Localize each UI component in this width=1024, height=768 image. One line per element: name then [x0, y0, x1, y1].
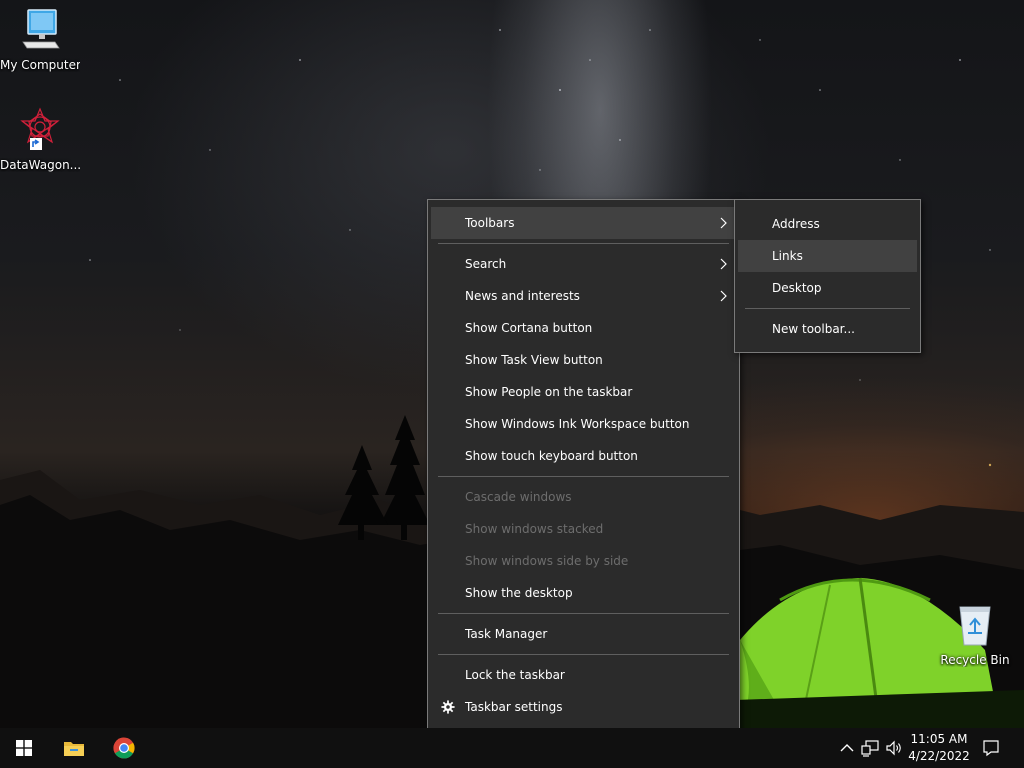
menu-item-label: Desktop [772, 281, 822, 295]
menu-item-label: Show touch keyboard button [465, 449, 638, 463]
menu-separator [438, 654, 729, 655]
gear-icon [441, 700, 455, 714]
windows-start-icon [16, 740, 32, 756]
submenu-item-new-toolbar[interactable]: New toolbar... [738, 313, 917, 345]
menu-separator [745, 308, 910, 309]
menu-item-show-people[interactable]: Show People on the taskbar [431, 376, 736, 408]
menu-item-label: Show windows side by side [465, 554, 629, 568]
datawagon-icon [0, 106, 80, 155]
menu-item-search[interactable]: Search [431, 248, 736, 280]
clock-time: 11:05 AM [910, 732, 968, 746]
chevron-right-icon [720, 217, 727, 229]
chrome-button[interactable] [100, 728, 148, 768]
menu-item-label: Taskbar settings [465, 700, 563, 714]
menu-item-show-ink-workspace[interactable]: Show Windows Ink Workspace button [431, 408, 736, 440]
submenu-item-address[interactable]: Address [738, 208, 917, 240]
menu-item-toolbars[interactable]: Toolbars [431, 207, 736, 239]
menu-item-show-task-view-button[interactable]: Show Task View button [431, 344, 736, 376]
menu-item-cascade-windows: Cascade windows [431, 481, 736, 513]
submenu-item-desktop[interactable]: Desktop [738, 272, 917, 304]
volume-icon[interactable] [885, 739, 903, 757]
computer-icon [0, 8, 80, 55]
desktop-icon-recycle-bin[interactable]: Recycle Bin [935, 603, 1015, 667]
menu-item-label: Cascade windows [465, 490, 572, 504]
menu-item-taskbar-settings[interactable]: Taskbar settings [431, 691, 736, 723]
menu-item-show-windows-stacked: Show windows stacked [431, 513, 736, 545]
menu-item-lock-the-taskbar[interactable]: Lock the taskbar [431, 659, 736, 691]
menu-item-show-windows-side-by-side: Show windows side by side [431, 545, 736, 577]
menu-separator [438, 243, 729, 244]
start-button[interactable] [0, 728, 48, 768]
menu-item-label: Show Windows Ink Workspace button [465, 417, 690, 431]
menu-item-label: Show windows stacked [465, 522, 604, 536]
desktop-icon-label: DataWagon... [0, 158, 80, 172]
chevron-up-icon[interactable] [838, 739, 856, 757]
menu-separator [438, 476, 729, 477]
network-icon[interactable] [861, 739, 879, 757]
chevron-right-icon [720, 258, 727, 270]
submenu-item-links[interactable]: Links [738, 240, 917, 272]
action-center-icon[interactable] [982, 739, 1000, 757]
menu-item-label: New toolbar... [772, 322, 855, 336]
desktop-icon-label: Recycle Bin [940, 653, 1010, 667]
menu-item-label: Lock the taskbar [465, 668, 565, 682]
menu-item-label: Toolbars [465, 216, 515, 230]
desktop-icon-label: My Computer [0, 58, 80, 72]
recycle-bin-icon [935, 603, 1015, 650]
menu-item-label: News and interests [465, 289, 580, 303]
file-explorer-icon [64, 742, 84, 756]
chevron-right-icon [720, 290, 727, 302]
menu-item-label: Show People on the taskbar [465, 385, 633, 399]
desktop-icon-my-computer[interactable]: My Computer [0, 8, 80, 72]
menu-item-label: Search [465, 257, 507, 271]
menu-item-label: Show Cortana button [465, 321, 593, 335]
menu-item-news-and-interests[interactable]: News and interests [431, 280, 736, 312]
menu-item-show-the-desktop[interactable]: Show the desktop [431, 577, 736, 609]
file-explorer-button[interactable] [50, 728, 98, 768]
taskbar-clock[interactable]: 11:05 AM 4/22/2022 [902, 731, 976, 765]
clock-date: 4/22/2022 [908, 749, 970, 763]
menu-item-label: Links [772, 249, 803, 263]
desktop-icon-datawagon[interactable]: DataWagon... [0, 106, 80, 172]
menu-item-label: Task Manager [465, 627, 548, 641]
menu-item-show-touch-keyboard[interactable]: Show touch keyboard button [431, 440, 736, 472]
toolbars-submenu: Address Links Desktop New toolbar... [734, 199, 921, 353]
taskbar[interactable]: 11:05 AM 4/22/2022 [0, 728, 1024, 768]
taskbar-context-menu: Toolbars Search News and interests Show … [427, 199, 740, 733]
menu-item-label: Show the desktop [465, 586, 573, 600]
menu-item-label: Show Task View button [465, 353, 603, 367]
menu-separator [438, 613, 729, 614]
chrome-icon [113, 737, 135, 759]
menu-item-label: Address [772, 217, 820, 231]
menu-item-show-cortana-button[interactable]: Show Cortana button [431, 312, 736, 344]
menu-item-task-manager[interactable]: Task Manager [431, 618, 736, 650]
